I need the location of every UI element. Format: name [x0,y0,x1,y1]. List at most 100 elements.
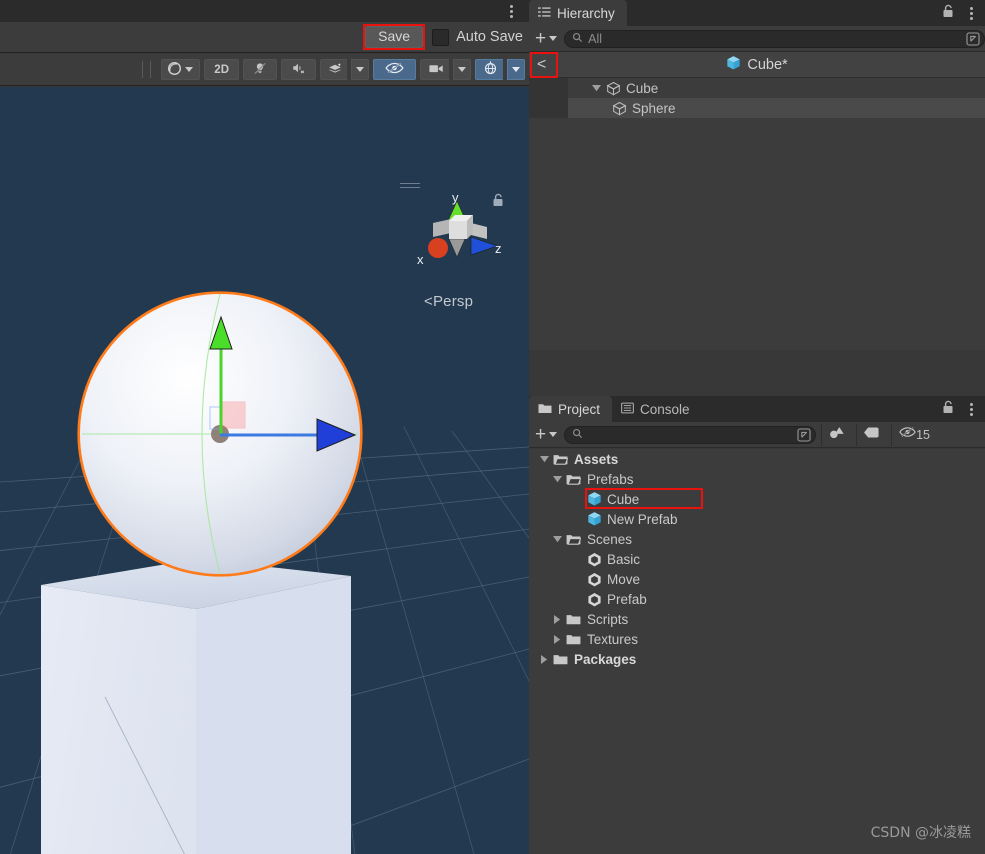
scene-viewport[interactable]: y x z <Persp [0,87,529,854]
svg-text:z: z [495,241,502,256]
project-row-prefab-scene[interactable]: Prefab [529,589,985,609]
hierarchy-row-cube[interactable]: Cube [529,78,985,98]
effects-dropdown-button[interactable] [320,59,347,80]
project-row-label: Scenes [587,532,632,547]
hierarchy-row-sphere[interactable]: Sphere [529,98,985,118]
project-row-label: Prefabs [587,472,634,487]
hidden-assets-count-button[interactable]: 15 [891,424,938,446]
hierarchy-search-submit-icon[interactable] [966,32,980,46]
project-row-label: Cube [607,492,639,507]
camera-settings-caret[interactable] [453,59,471,80]
kebab-menu-icon[interactable] [503,3,519,19]
kebab-menu-icon[interactable] [963,5,979,21]
project-search-input[interactable] [564,426,816,444]
project-row-label: Basic [607,552,640,567]
hierarchy-add-button[interactable]: + [535,31,559,47]
project-row-cube[interactable]: Cube [529,489,985,509]
chevron-down-icon[interactable] [551,476,564,483]
project-row-move[interactable]: Move [529,569,985,589]
project-row-label: New Prefab [607,512,678,527]
project-tabbar: Project Console [529,396,985,422]
kebab-menu-icon[interactable] [963,401,979,417]
hierarchy-search-placeholder: All [588,32,961,46]
project-row-new-prefab[interactable]: New Prefab [529,509,985,529]
chevron-right-icon[interactable] [551,615,564,624]
hierarchy-tabbar: Hierarchy [529,0,985,26]
tab-hierarchy-label: Hierarchy [557,6,615,21]
unity-scene-icon [587,572,602,587]
hierarchy-row-label: Sphere [632,101,676,116]
project-row-label: Move [607,572,640,587]
plus-icon: + [535,31,546,47]
auto-save-checkbox[interactable] [432,29,449,46]
filter-by-type-button[interactable] [821,424,851,446]
project-tree-container[interactable]: Assets Prefabs [529,449,985,854]
unlocked-padlock-icon[interactable] [492,193,504,212]
row-gutter [529,78,568,98]
gizmos-toggle-button[interactable] [475,59,503,80]
project-row-prefabs[interactable]: Prefabs [529,469,985,489]
scene-tabbar [0,0,529,22]
breadcrumb: Cube* [529,55,985,75]
scene-view-toolbar: 2D [0,54,529,86]
watermark-text: CSDN @冰凌糕 [871,822,971,842]
project-row-assets[interactable]: Assets [529,449,985,469]
chevron-down-icon [549,432,557,437]
chevron-right-icon[interactable] [551,635,564,644]
tab-console[interactable]: Console [612,396,702,422]
audio-toggle-button[interactable] [281,59,316,80]
project-search-submit-icon[interactable] [797,428,811,442]
2d-toggle-button[interactable]: 2D [204,59,239,80]
prefab-cube-icon [587,511,602,527]
scene-visibility-toggle-button[interactable] [373,59,416,80]
gameobject-cube-icon [606,81,621,96]
prefab-save-bar: Save Auto Save [0,22,529,53]
folder-open-icon [566,473,581,486]
project-row-packages[interactable]: Packages [529,649,985,669]
chevron-down-icon[interactable] [590,85,603,92]
unlocked-padlock-icon[interactable] [942,4,954,23]
unlocked-padlock-icon[interactable] [942,400,954,419]
chevron-right-icon[interactable] [538,655,551,664]
scene-overlay-handle-icon[interactable] [400,183,420,191]
unity-editor-window: Save Auto Save 2D [0,0,985,854]
toolbar-separator [150,61,151,78]
hierarchy-tree[interactable]: Cube Sphere [529,78,985,350]
filter-by-label-button[interactable] [856,424,886,446]
search-icon [572,426,583,444]
project-row-label: Textures [587,632,638,647]
hierarchy-search-input[interactable]: All [564,30,985,48]
effects-dropdown-caret[interactable] [351,59,369,80]
folder-icon [553,653,568,666]
breadcrumb-prefab-name[interactable]: Cube* [747,57,787,73]
save-button[interactable]: Save [365,26,423,48]
project-tree[interactable]: Assets Prefabs [529,449,985,854]
shapes-filter-icon [828,425,845,445]
prefab-cube-icon [587,491,602,507]
prefab-back-button[interactable]: < [537,56,546,73]
project-row-label: Assets [574,452,618,467]
eye-off-icon [898,425,917,444]
auto-save-group: Auto Save [432,29,523,46]
tab-hierarchy[interactable]: Hierarchy [529,0,627,26]
draw-mode-dropdown[interactable] [161,59,200,80]
projection-mode-label[interactable]: <Persp [424,293,473,310]
gizmos-dropdown-caret[interactable] [507,59,525,80]
unity-scene-icon [587,592,602,607]
project-row-basic[interactable]: Basic [529,549,985,569]
project-row-scenes[interactable]: Scenes [529,529,985,549]
project-row-scripts[interactable]: Scripts [529,609,985,629]
chevron-down-icon[interactable] [538,456,551,463]
chevron-down-icon [549,36,557,41]
project-add-button[interactable]: + [535,427,559,443]
lighting-toggle-button[interactable] [243,59,277,80]
project-row-textures[interactable]: Textures [529,629,985,649]
chevron-down-icon [512,67,520,72]
project-row-label: Prefab [607,592,647,607]
hierarchy-icon [538,6,551,21]
camera-settings-button[interactable] [420,59,449,80]
project-toolbar: + [529,422,985,448]
chevron-down-icon[interactable] [551,536,564,543]
tab-project[interactable]: Project [529,396,612,422]
folder-icon [566,613,581,626]
